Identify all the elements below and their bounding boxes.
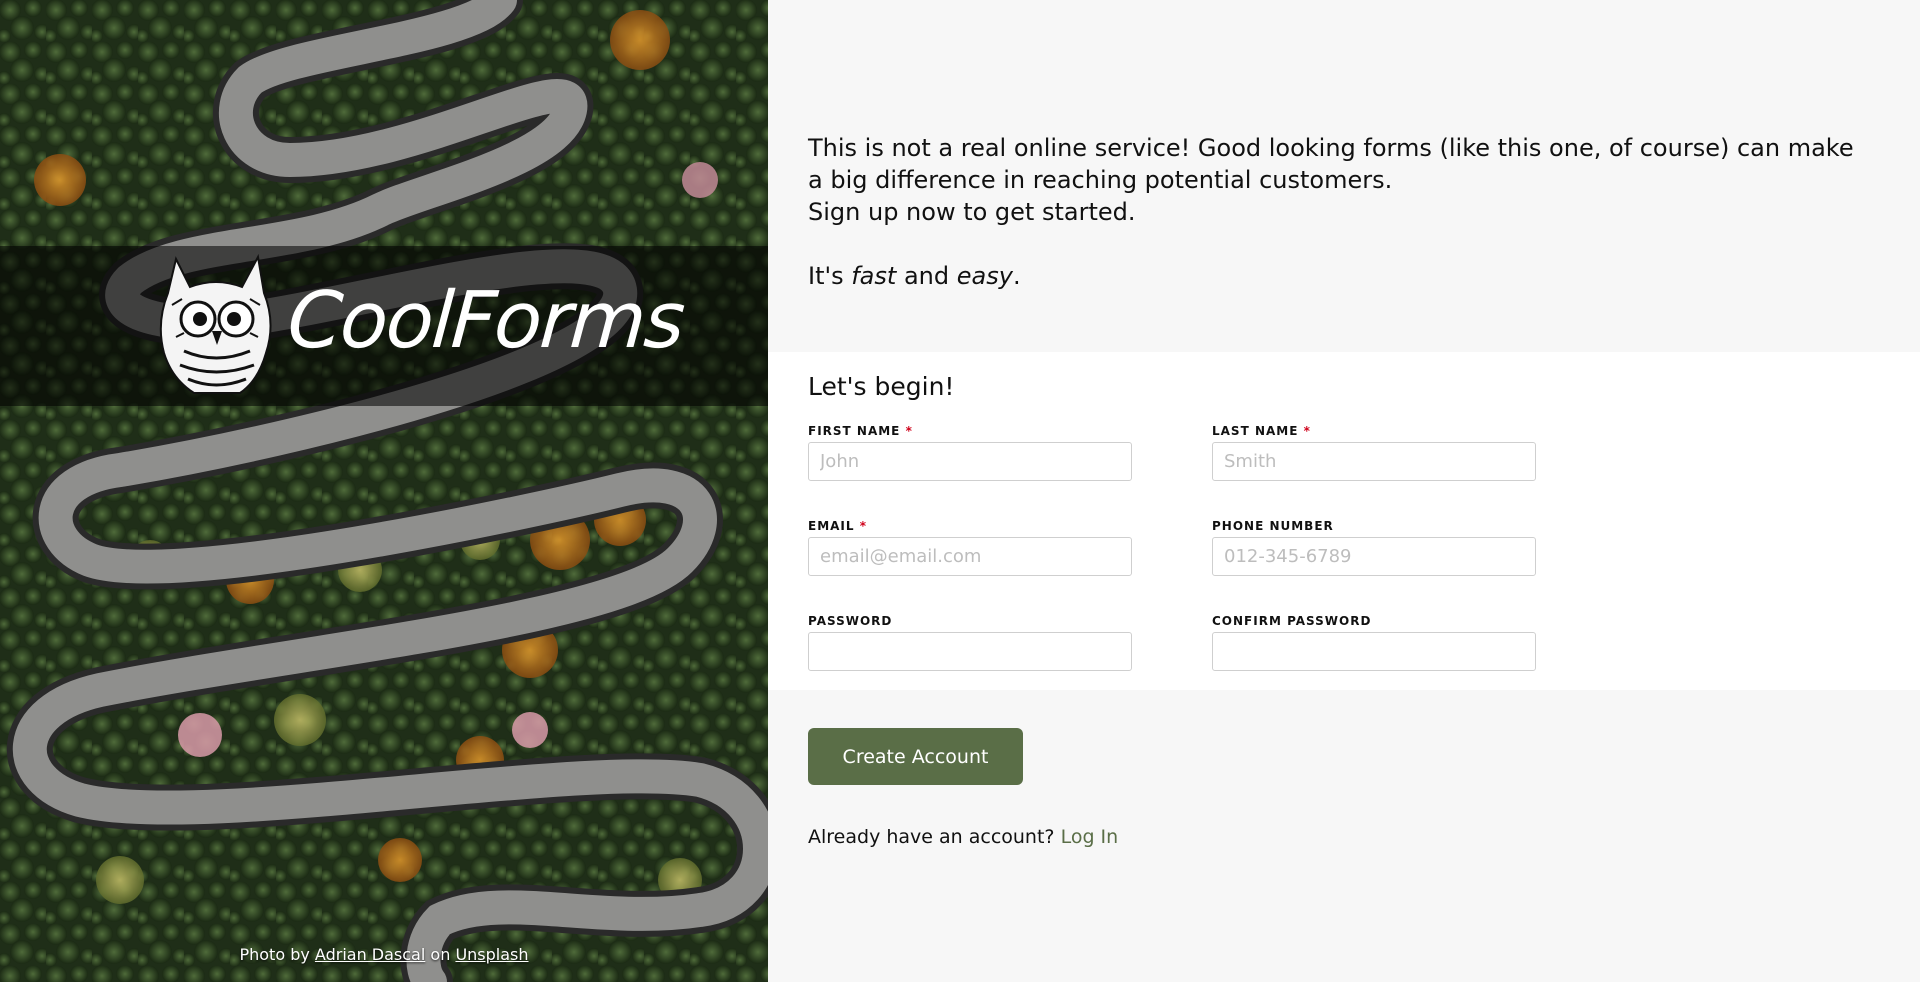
first-name-group: FIRST NAME * bbox=[808, 424, 1132, 481]
password-label: PASSWORD bbox=[808, 614, 893, 628]
last-name-label: LAST NAME * bbox=[1212, 424, 1311, 438]
intro-paragraph: This is not a real online service! Good … bbox=[808, 134, 1854, 194]
phone-label: PHONE NUMBER bbox=[1212, 519, 1334, 533]
photo-author-link[interactable]: Adrian Dascal bbox=[315, 945, 425, 964]
login-prompt-text: Already have an account? bbox=[808, 826, 1055, 848]
hero-photo-panel: CoolForms Photo by Adrian Dascal on Unsp… bbox=[0, 0, 768, 982]
first-name-input[interactable] bbox=[808, 442, 1132, 481]
tagline-suffix: . bbox=[1012, 262, 1021, 290]
last-name-group: LAST NAME * bbox=[1212, 424, 1536, 481]
forest-road-photo bbox=[0, 0, 768, 982]
tagline-and: and bbox=[903, 262, 950, 290]
password-input[interactable] bbox=[808, 632, 1132, 671]
brand-wordmark: CoolForms bbox=[284, 276, 687, 366]
intro-tagline: It's fast and easy. bbox=[808, 260, 1868, 292]
password-group: PASSWORD bbox=[808, 614, 1132, 671]
required-mark: * bbox=[905, 424, 913, 438]
login-link[interactable]: Log In bbox=[1061, 826, 1119, 848]
photo-credit-prefix: Photo by bbox=[239, 945, 310, 964]
tagline-fast: fast bbox=[851, 262, 897, 290]
signup-form: Let's begin! FIRST NAME * LAST NAME * EM… bbox=[768, 352, 1920, 690]
phone-group: PHONE NUMBER bbox=[1212, 519, 1536, 576]
confirm-password-group: CONFIRM PASSWORD bbox=[1212, 614, 1536, 671]
last-name-input[interactable] bbox=[1212, 442, 1536, 481]
tagline-prefix: It's bbox=[808, 262, 844, 290]
photo-source-link[interactable]: Unsplash bbox=[455, 945, 528, 964]
intro-text: This is not a real online service! Good … bbox=[808, 132, 1868, 292]
signup-content: This is not a real online service! Good … bbox=[768, 0, 1920, 982]
login-prompt: Already have an account? Log In bbox=[808, 826, 1118, 848]
email-label: EMAIL * bbox=[808, 519, 868, 533]
photo-credit-middle: on bbox=[430, 945, 451, 964]
confirm-password-label: CONFIRM PASSWORD bbox=[1212, 614, 1372, 628]
required-mark: * bbox=[859, 519, 868, 533]
create-account-button[interactable]: Create Account bbox=[808, 728, 1023, 785]
tagline-easy: easy bbox=[956, 262, 1013, 290]
required-mark: * bbox=[1303, 424, 1311, 438]
phone-input[interactable] bbox=[1212, 537, 1536, 576]
intro-cta: Sign up now to get started. bbox=[808, 198, 1136, 226]
confirm-password-input[interactable] bbox=[1212, 632, 1536, 671]
form-title: Let's begin! bbox=[808, 372, 955, 401]
photo-credit: Photo by Adrian Dascal on Unsplash bbox=[0, 945, 768, 964]
first-name-label: FIRST NAME * bbox=[808, 424, 913, 438]
owl-icon bbox=[159, 253, 272, 394]
email-group: EMAIL * bbox=[808, 519, 1132, 576]
email-input[interactable] bbox=[808, 537, 1132, 576]
